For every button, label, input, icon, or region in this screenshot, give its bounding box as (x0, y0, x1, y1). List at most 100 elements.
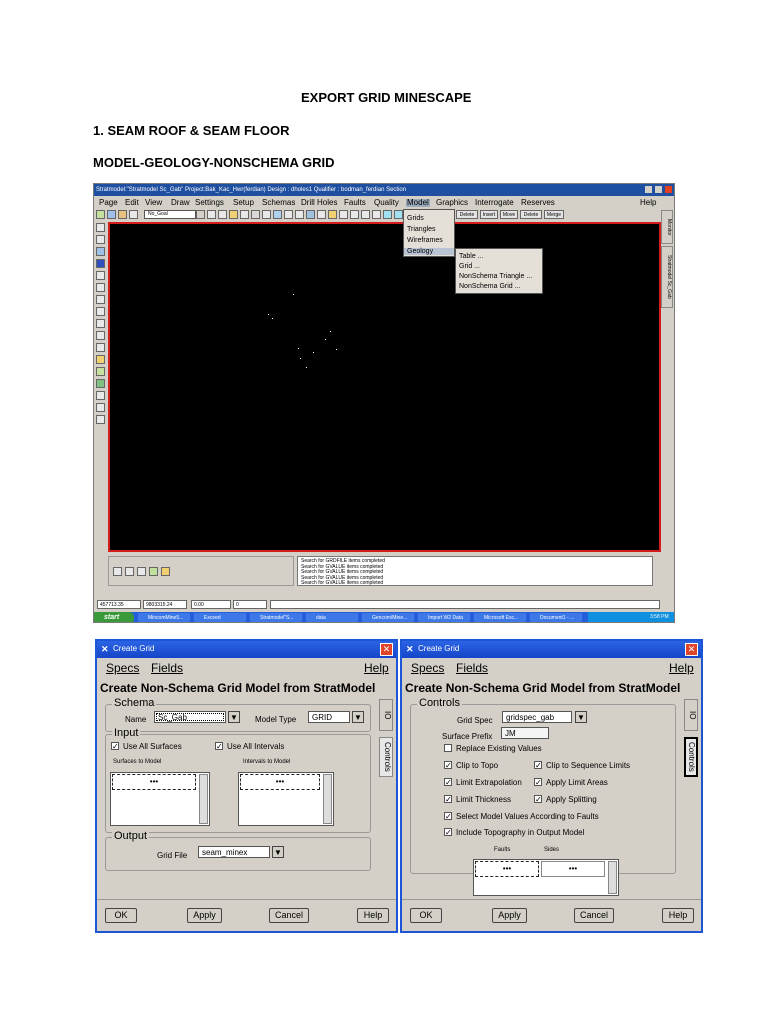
tool-icon[interactable] (96, 271, 105, 280)
tool-icon[interactable] (317, 210, 326, 219)
taskbar-item[interactable]: Gencom/Mine... (362, 613, 414, 622)
tool-icon[interactable] (306, 210, 315, 219)
apply-button[interactable]: Apply (187, 908, 222, 923)
menu-reserves[interactable]: Reserves (521, 199, 555, 207)
move-button[interactable]: Move (500, 210, 518, 219)
zoom-icon[interactable] (361, 210, 370, 219)
tool-icon[interactable] (96, 283, 105, 292)
menu-specs[interactable]: Specs (411, 662, 444, 674)
tool-icon[interactable] (113, 567, 122, 576)
limit-extrap-checkbox[interactable]: ✓ (444, 778, 452, 787)
menu-quality[interactable]: Quality (374, 199, 399, 207)
menu-help[interactable]: Help (669, 662, 694, 674)
tool-icon[interactable] (273, 210, 282, 219)
taskbar-item[interactable]: Stratmodel"S... (250, 613, 302, 622)
grid-spec-dropdown-icon[interactable]: ▼ (575, 711, 587, 723)
tool-icon[interactable] (96, 235, 105, 244)
use-all-surfaces-checkbox[interactable]: ✓ (111, 742, 119, 751)
use-all-intervals-checkbox[interactable]: ✓ (215, 742, 223, 751)
tool-icon[interactable] (207, 210, 216, 219)
tool-icon[interactable] (339, 210, 348, 219)
tool-icon[interactable] (96, 223, 105, 232)
tool-icon[interactable] (96, 415, 105, 424)
tool-icon[interactable] (129, 210, 138, 219)
taskbar-item[interactable]: Import W2 Data (418, 613, 470, 622)
table-scrollbar[interactable] (608, 861, 617, 894)
menu-item-geology[interactable]: Geology (404, 248, 454, 255)
tool-icon[interactable] (96, 331, 105, 340)
maximize-icon[interactable] (655, 186, 662, 193)
intervals-list[interactable]: ••• (238, 772, 334, 826)
zoom-icon[interactable] (372, 210, 381, 219)
minimize-icon[interactable] (645, 186, 652, 193)
close-icon[interactable]: ✕ (380, 643, 393, 656)
tool-icon[interactable] (96, 307, 105, 316)
model-type-dropdown-icon[interactable]: ▼ (352, 711, 364, 723)
apply-split-checkbox[interactable]: ✓ (534, 795, 542, 804)
tool-icon[interactable] (96, 259, 105, 268)
tool-icon[interactable] (96, 210, 105, 219)
name-field[interactable]: Sc_Gab (154, 711, 226, 723)
delete-button[interactable]: Delete (456, 210, 478, 219)
menu-help[interactable]: Help (364, 662, 389, 674)
tab-io[interactable]: IO (684, 699, 698, 731)
ok-button[interactable]: OK (410, 908, 442, 923)
zoom-icon[interactable] (350, 210, 359, 219)
menu-item-table[interactable]: Table ... (459, 253, 484, 260)
grid-file-dropdown-icon[interactable]: ▼ (272, 846, 284, 858)
menu-setup[interactable]: Setup (233, 199, 254, 207)
clip-seq-checkbox[interactable]: ✓ (534, 761, 542, 770)
tool-icon[interactable] (328, 210, 337, 219)
menu-item-grids[interactable]: Grids (407, 215, 424, 222)
menu-item-triangles[interactable]: Triangles (407, 226, 436, 233)
sides-cell[interactable]: ••• (541, 861, 605, 877)
menu-fields[interactable]: Fields (151, 662, 183, 674)
tool-icon[interactable] (96, 343, 105, 352)
menu-model[interactable]: Model (406, 199, 430, 207)
close-icon[interactable] (665, 186, 672, 193)
taskbar-item[interactable]: Microsoft Exc... (474, 613, 526, 622)
taskbar-item[interactable]: data (306, 613, 358, 622)
clip-topo-checkbox[interactable]: ✓ (444, 761, 452, 770)
tool-icon[interactable] (96, 247, 105, 256)
tool-icon[interactable] (107, 210, 116, 219)
surfaces-list[interactable]: ••• (110, 772, 210, 826)
tool-icon[interactable] (262, 210, 271, 219)
tool-icon[interactable] (161, 567, 170, 576)
tab-controls[interactable]: Controls (684, 737, 698, 777)
merge-button[interactable]: Merge (544, 210, 564, 219)
taskbar-item[interactable]: Document1 - ... (530, 613, 582, 622)
menu-drill-holes[interactable]: Drill Holes (301, 199, 337, 207)
check-icon[interactable] (137, 567, 146, 576)
close-icon[interactable]: ✕ (685, 643, 698, 656)
tool-icon[interactable] (251, 210, 260, 219)
limit-thick-checkbox[interactable]: ✓ (444, 795, 452, 804)
tool-icon[interactable] (96, 319, 105, 328)
apply-limit-checkbox[interactable]: ✓ (534, 778, 542, 787)
menu-view[interactable]: View (145, 199, 162, 207)
surfaces-scrollbar[interactable] (199, 774, 208, 824)
insert-button[interactable]: Insert (480, 210, 498, 219)
taskbar-item[interactable]: Exceed (194, 613, 246, 622)
ok-button[interactable]: OK (105, 908, 137, 923)
model-type-field[interactable]: GRID (308, 711, 350, 723)
tool-icon[interactable] (149, 567, 158, 576)
tab-io[interactable]: IO (379, 699, 393, 731)
tool-icon[interactable] (118, 210, 127, 219)
combo-dropdown-icon[interactable] (196, 210, 205, 219)
menu-specs[interactable]: Specs (106, 662, 139, 674)
menu-help[interactable]: Help (640, 199, 656, 207)
interval-cell[interactable]: ••• (240, 774, 320, 790)
menu-item-grid[interactable]: Grid ... (459, 263, 480, 270)
select-faults-checkbox[interactable]: ✓ (444, 812, 452, 821)
tool-icon[interactable] (96, 295, 105, 304)
menu-interrogate[interactable]: Interrogate (475, 199, 514, 207)
tab-controls[interactable]: Controls (379, 737, 393, 777)
faults-cell[interactable]: ••• (475, 861, 539, 877)
layer-combo[interactable]: No_Goal (144, 210, 196, 219)
help-button[interactable]: Help (662, 908, 694, 923)
name-dropdown-icon[interactable]: ▼ (228, 711, 240, 723)
intervals-scrollbar[interactable] (323, 774, 332, 824)
tool-icon[interactable] (229, 210, 238, 219)
tool-icon[interactable] (96, 367, 105, 376)
